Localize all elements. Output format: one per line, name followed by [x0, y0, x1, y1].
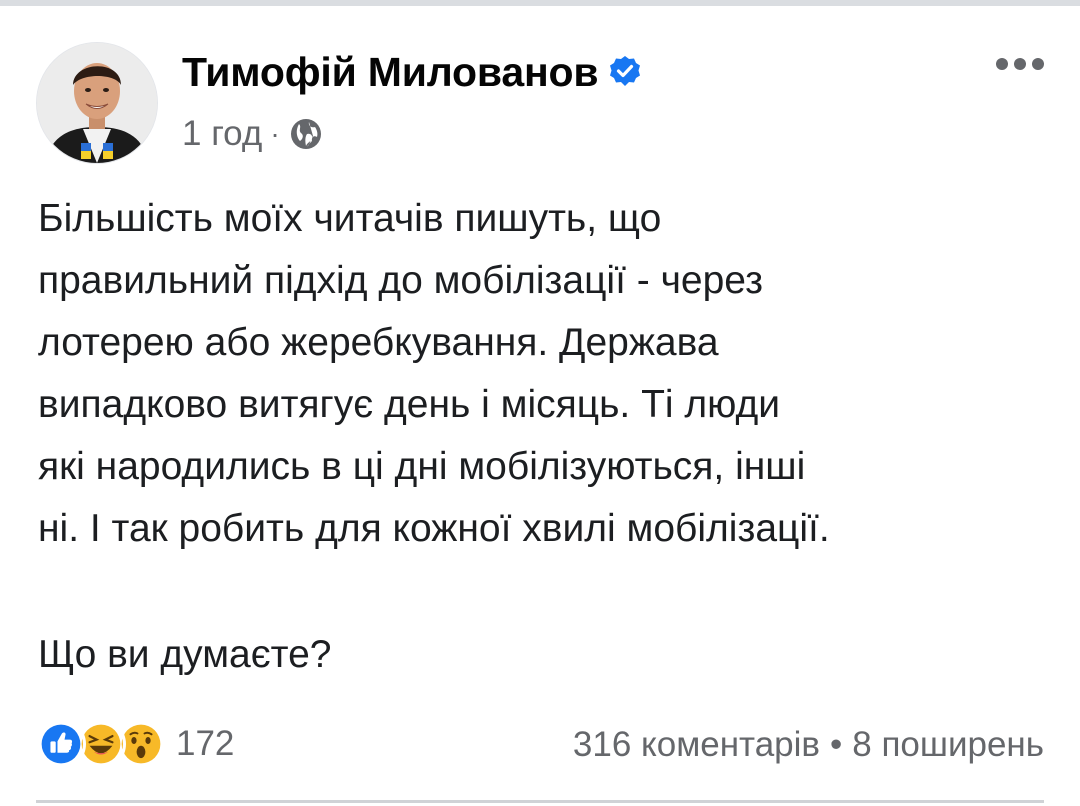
post-meta: 1 год · — [182, 112, 324, 156]
post-header-author: Тимофій Милованов — [182, 46, 642, 98]
globe-icon — [288, 116, 324, 152]
avatar-portrait — [37, 43, 157, 163]
bottom-divider — [36, 800, 1044, 803]
post-text-line: випадково витягує день і місяць. Ті люди — [38, 383, 781, 426]
more-options-icon — [996, 58, 1044, 70]
comments-count-link[interactable]: 316 коментарів — [573, 725, 820, 765]
post-text-line: Більшість моїх читачів пишуть, що — [38, 197, 662, 240]
meta-separator: · — [270, 118, 280, 149]
top-divider — [0, 0, 1080, 6]
more-options-button[interactable] — [990, 44, 1050, 84]
shares-count-link[interactable]: 8 поширень — [852, 725, 1044, 765]
engagement-summary: 316 коментарів • 8 поширень — [573, 722, 1044, 768]
reactions-summary[interactable]: 172 — [36, 716, 234, 772]
verified-badge-icon — [608, 55, 642, 89]
engagement-separator: • — [830, 725, 843, 764]
like-reaction-icon — [36, 719, 86, 769]
post-question: Що ви думаєте? — [38, 633, 332, 676]
post-text-line: правильний підхід до мобілізації - через — [38, 259, 764, 302]
post-timestamp[interactable]: 1 год — [182, 114, 262, 154]
reaction-count: 172 — [176, 724, 235, 763]
post-text-line: які народились в ці дні мобілізуються, і… — [38, 445, 806, 488]
post-text-line: ні. І так робить для кожної хвилі мобілі… — [38, 507, 830, 550]
author-avatar[interactable] — [36, 42, 158, 164]
post-text: Більшість моїх читачів пишуть, що правил… — [38, 188, 1048, 560]
post-text-line: лотерею або жеребкування. Держава — [38, 321, 719, 364]
author-name[interactable]: Тимофій Милованов — [182, 49, 599, 96]
